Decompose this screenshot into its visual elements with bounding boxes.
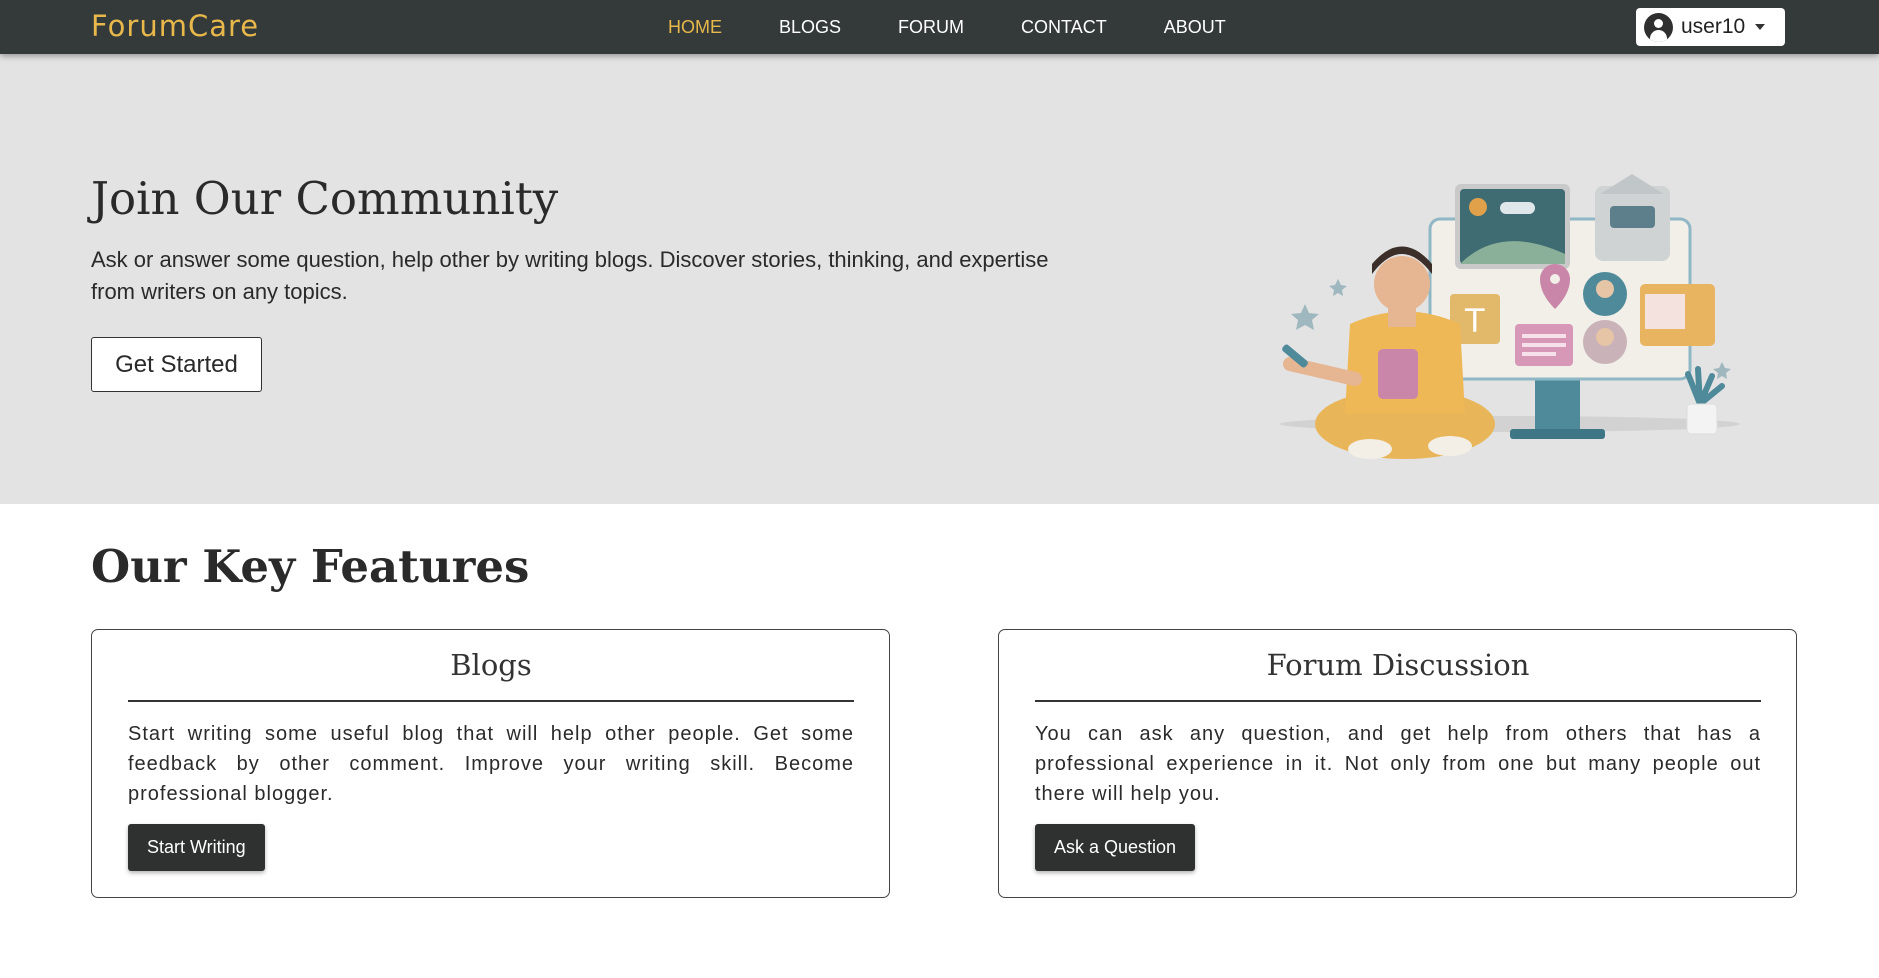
hero-title: Join Our Community (91, 172, 559, 225)
user-name: user10 (1681, 15, 1746, 38)
community-illustration: T (1280, 174, 1740, 459)
hero-description: Ask or answer some question, help other … (91, 247, 1049, 304)
feature-card-forum: Forum Discussion You can ask any questio… (998, 629, 1797, 898)
card-description: Start writing some useful blog that will… (128, 723, 854, 805)
card-title: Blogs (450, 648, 532, 682)
get-started-button[interactable]: Get Started (91, 337, 262, 392)
card-divider (128, 700, 854, 702)
hero-section: Join Our Community Ask or answer some qu… (0, 54, 1879, 504)
card-title: Forum Discussion (1266, 648, 1530, 682)
nav-item-contact[interactable]: CONTACT (1021, 17, 1107, 38)
nav-item-home[interactable]: HOME (668, 17, 722, 38)
user-menu-button[interactable]: user10 (1636, 8, 1785, 46)
nav-item-about[interactable]: ABOUT (1164, 17, 1226, 38)
start-writing-button[interactable]: Start Writing (128, 824, 265, 871)
user-circle-icon (1644, 12, 1673, 42)
features-title: Our Key Features (91, 540, 530, 593)
svg-text:T: T (1464, 302, 1485, 340)
navbar: ForumCare HOME BLOGS FORUM CONTACT ABOUT… (0, 0, 1879, 54)
nav-item-blogs[interactable]: BLOGS (779, 17, 841, 38)
ask-question-button[interactable]: Ask a Question (1035, 824, 1196, 871)
feature-card-blogs: Blogs Start writing some useful blog tha… (91, 629, 890, 898)
chevron-down-icon (1755, 24, 1766, 30)
brand-logo[interactable]: ForumCare (91, 9, 259, 43)
nav-links: HOME BLOGS FORUM CONTACT ABOUT (668, 17, 1283, 38)
card-description: You can ask any question, and get help f… (1035, 723, 1761, 805)
card-divider (1035, 700, 1761, 702)
nav-item-forum[interactable]: FORUM (898, 17, 964, 38)
